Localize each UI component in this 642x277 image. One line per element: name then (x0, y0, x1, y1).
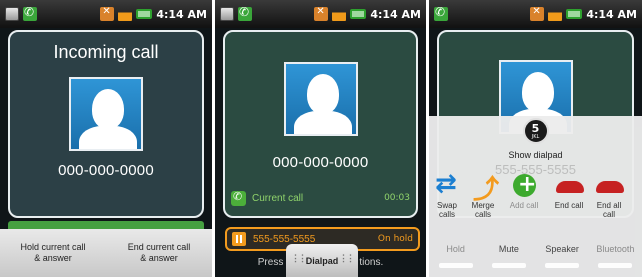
status-time: 4:14 AM (156, 7, 207, 21)
status-bar: 4:14 AM (215, 0, 426, 28)
notification-icon (530, 6, 545, 21)
bluetooth-tab[interactable]: Bluetooth (589, 237, 642, 261)
mute-tab[interactable]: Mute (482, 237, 535, 261)
calendar-icon (5, 7, 19, 21)
tab-indicators (429, 263, 642, 273)
show-dialpad-label: Show dialpad (508, 150, 563, 160)
in-call-screen: 4:14 AM 000-000-0000 Current call 00:03 … (215, 0, 426, 277)
status-time: 4:14 AM (370, 7, 421, 21)
answer-strip (8, 221, 204, 229)
phone-icon (238, 5, 252, 21)
contact-avatar (283, 62, 358, 136)
active-call-card: 000-000-0000 Current call 00:03 (223, 30, 418, 218)
held-number: 555-555-5555 (253, 233, 316, 245)
current-call-row: Current call 00:03 (231, 188, 410, 208)
battery-icon (350, 9, 367, 19)
battery-icon (566, 9, 583, 19)
hold-status: On hold (377, 234, 413, 244)
swap-icon (431, 169, 463, 201)
notification-icon (100, 6, 115, 21)
merge-icon (467, 169, 499, 206)
pause-icon (232, 232, 246, 246)
call-actions: Swap calls Merge calls Add call End call… (429, 169, 642, 227)
show-dialpad-key[interactable]: 5 JKL (522, 118, 549, 144)
call-title: Incoming call (53, 42, 159, 62)
hold-tab[interactable]: Hold (429, 237, 482, 261)
end-call-button[interactable]: End call (547, 171, 591, 227)
caller-card: Incoming call 000-000-0000 (8, 30, 204, 218)
caller-number: 000-000-0000 (272, 154, 369, 171)
add-call-button[interactable]: Add call (501, 171, 547, 227)
speaker-tab[interactable]: Speaker (536, 237, 589, 261)
in-call-tabs: Hold Mute Speaker Bluetooth (429, 237, 642, 261)
status-time: 4:14 AM (586, 7, 637, 21)
end-all-calls-button[interactable]: End all call (591, 171, 627, 227)
contact-avatar (69, 77, 143, 151)
incoming-actions: Hold current call & answer End current c… (0, 229, 212, 277)
hint-left: Press (257, 257, 284, 268)
current-call-label: Current call (252, 192, 304, 204)
add-icon (508, 171, 540, 201)
key-letters: JKL (531, 134, 540, 140)
battery-icon (136, 9, 153, 19)
phone-icon (23, 5, 37, 21)
signal-icon (118, 7, 133, 21)
status-bar: 4:14 AM (429, 0, 642, 28)
signal-icon (548, 7, 563, 21)
caller-number: 000-000-0000 (58, 162, 154, 179)
call-menu-overlay: 5 JKL Show dialpad 555-555-5555 Swap cal… (429, 116, 642, 277)
in-call-menu-screen: 4:14 AM 5 JKL Show dialpad 555-555-5555 … (429, 0, 642, 277)
phone-icon (231, 190, 246, 206)
hold-and-answer-button[interactable]: Hold current call & answer (0, 229, 106, 277)
stage: 4:14 AM Incoming call 000-000-0000 Hold … (0, 0, 642, 277)
end-all-icon (593, 171, 625, 201)
swap-calls-button[interactable]: Swap calls (429, 169, 465, 227)
incoming-call-screen: 4:14 AM Incoming call 000-000-0000 Hold … (0, 0, 212, 277)
dialpad-tab[interactable]: Dialpad (286, 244, 358, 277)
call-timer: 00:03 (384, 193, 410, 203)
signal-icon (332, 7, 347, 21)
hint-right: tions. (359, 257, 384, 268)
calendar-icon (220, 7, 234, 21)
end-and-answer-button[interactable]: End current call & answer (106, 229, 212, 277)
end-call-icon (553, 171, 585, 201)
merge-calls-button[interactable]: Merge calls (465, 169, 501, 227)
phone-icon (434, 5, 448, 21)
notification-icon (314, 6, 329, 21)
status-bar: 4:14 AM (0, 0, 212, 28)
